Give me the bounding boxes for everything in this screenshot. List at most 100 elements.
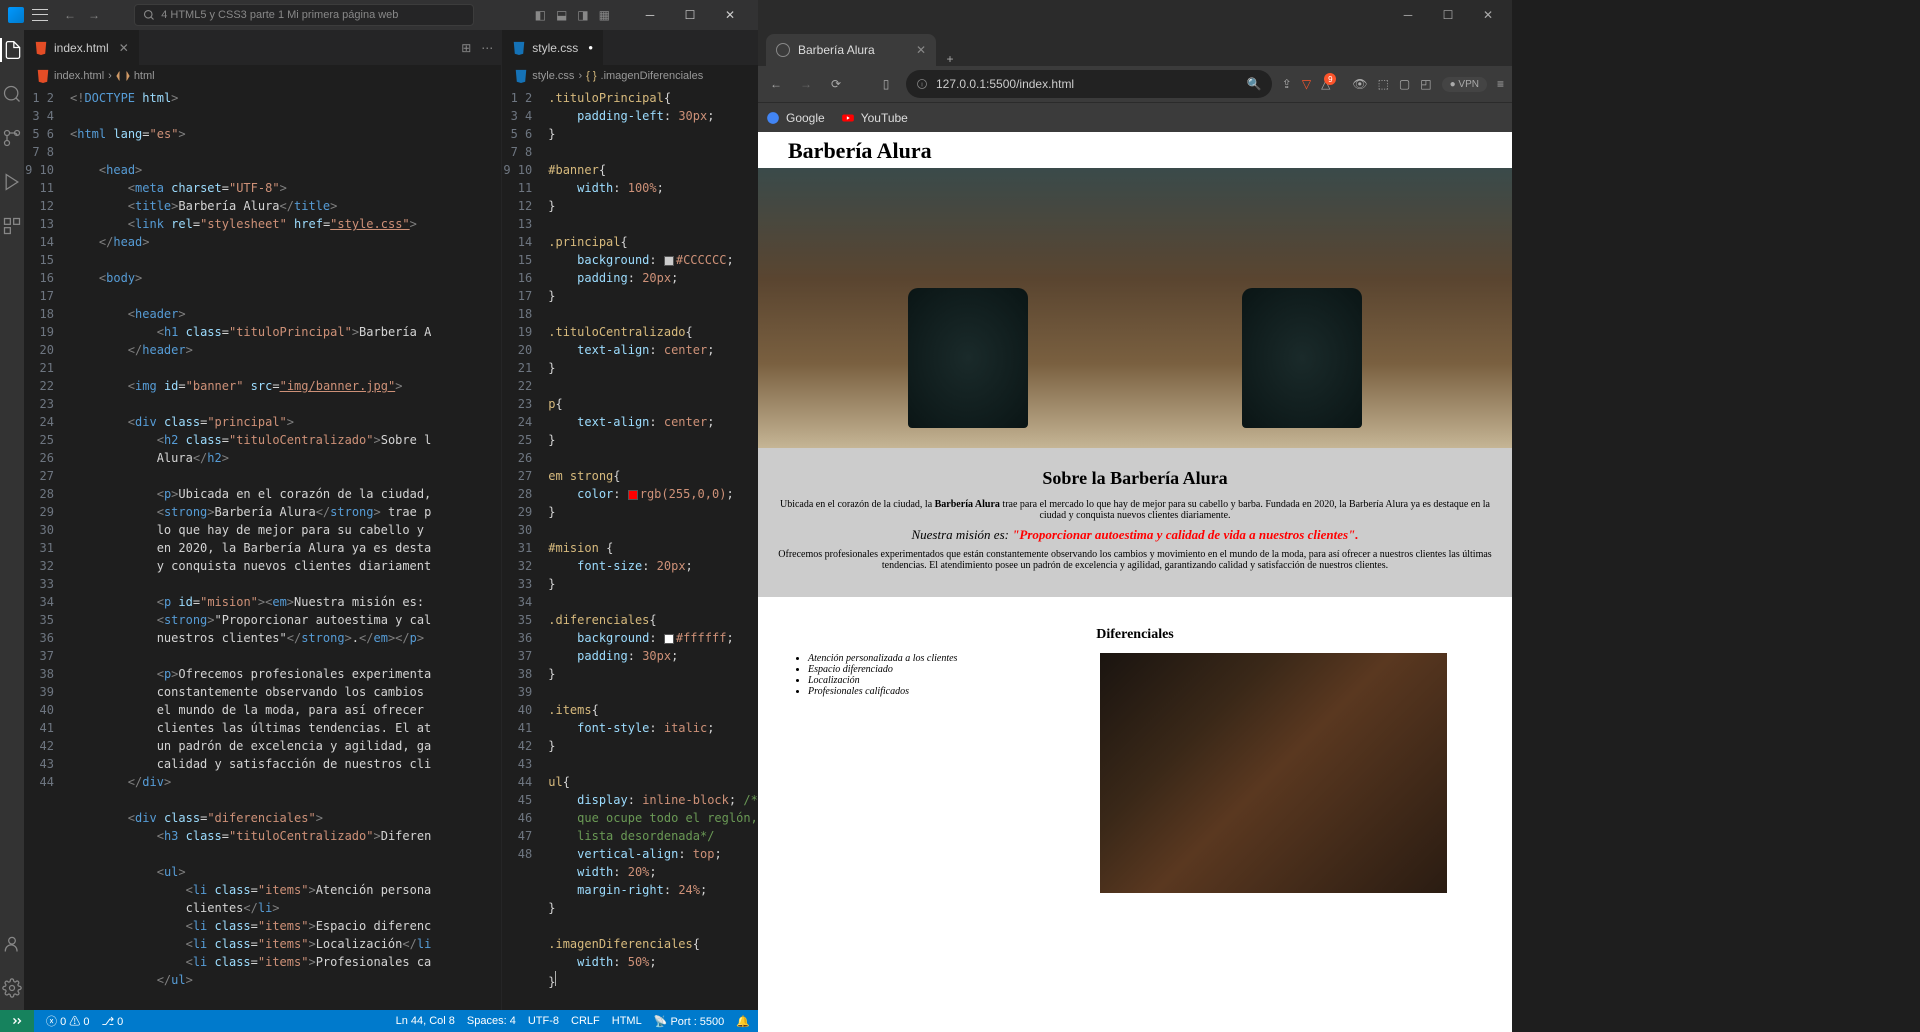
main-section: Sobre la Barbería Alura Ubicada en el co… bbox=[758, 448, 1512, 597]
browser-window: ─ ☐ ✕ Barbería Alura ✕ + ← → ⟳ ▯ i 127.0… bbox=[758, 0, 1512, 1032]
ext-icon[interactable]: ◰ bbox=[1420, 77, 1431, 91]
browser-reload-icon[interactable]: ⟳ bbox=[826, 77, 846, 91]
status-spaces[interactable]: Spaces: 4 bbox=[467, 1015, 516, 1028]
nav-arrows: ← → bbox=[64, 8, 100, 22]
paragraph-3: Ofrecemos profesionales experimentados q… bbox=[778, 549, 1492, 571]
browser-tabs: Barbería Alura ✕ + bbox=[758, 30, 1512, 66]
window-close-icon[interactable]: ✕ bbox=[710, 0, 750, 30]
list-item: Atención personalizada a los clientes bbox=[808, 653, 1031, 664]
compare-icon[interactable]: ⊞ bbox=[461, 41, 471, 55]
more-icon[interactable]: ⋯ bbox=[481, 41, 493, 55]
nav-forward-icon[interactable]: → bbox=[88, 8, 100, 22]
status-encoding[interactable]: UTF-8 bbox=[528, 1015, 559, 1028]
youtube-icon bbox=[841, 111, 855, 125]
extensions-icon[interactable] bbox=[0, 214, 24, 238]
browser-extensions: ⇪ ▽ △9 👁 ⬚ ▢ ◰ ● VPN ≡ bbox=[1282, 77, 1504, 92]
vpn-button[interactable]: ● VPN bbox=[1442, 77, 1487, 92]
browser-back-icon[interactable]: ← bbox=[766, 77, 786, 91]
status-ln-col[interactable]: Ln 44, Col 8 bbox=[396, 1015, 455, 1028]
new-tab-button[interactable]: + bbox=[936, 52, 964, 66]
google-icon bbox=[766, 111, 780, 125]
tab-close-icon[interactable]: ✕ bbox=[119, 41, 129, 55]
tab-modified-icon: ● bbox=[588, 43, 593, 52]
code-content-left: <!DOCTYPE html> <html lang="es"> <head> … bbox=[70, 87, 431, 1010]
status-errors[interactable]: ⓧ 0 ⚠ 0 bbox=[46, 1013, 89, 1029]
window-minimize-icon[interactable]: ─ bbox=[1388, 0, 1428, 30]
ext-icon[interactable]: ⬚ bbox=[1378, 77, 1389, 91]
window-close-icon[interactable]: ✕ bbox=[1468, 0, 1508, 30]
bookmarks-bar: Google YouTube bbox=[758, 102, 1512, 132]
section-heading: Sobre la Barbería Alura bbox=[778, 468, 1492, 489]
html-file-icon bbox=[34, 41, 48, 55]
browser-forward-icon[interactable]: → bbox=[796, 77, 816, 91]
page-title: Barbería Alura bbox=[758, 132, 1512, 168]
account-icon[interactable] bbox=[0, 932, 24, 956]
settings-gear-icon[interactable] bbox=[0, 976, 24, 1000]
run-debug-icon[interactable] bbox=[0, 170, 24, 194]
window-maximize-icon[interactable]: ☐ bbox=[1428, 0, 1468, 30]
code-editor-right[interactable]: 1 2 3 4 5 6 7 8 9 10 11 12 13 14 15 16 1… bbox=[502, 87, 758, 1010]
code-editor-left[interactable]: 1 2 3 4 5 6 7 8 9 10 11 12 13 14 15 16 1… bbox=[24, 87, 501, 1010]
browser-menu-icon[interactable]: ≡ bbox=[1497, 77, 1504, 91]
browser-viewport[interactable]: Barbería Alura Sobre la Barbería Alura U… bbox=[758, 132, 1512, 1032]
vscode-window: ← → 4 HTML5 y CSS3 parte 1 Mi primera pá… bbox=[0, 0, 758, 1032]
search-icon bbox=[143, 9, 155, 21]
svg-text:i: i bbox=[921, 81, 923, 88]
layout-panel-right-icon[interactable]: ◨ bbox=[577, 8, 588, 22]
source-control-icon[interactable] bbox=[0, 126, 24, 150]
remote-icon[interactable] bbox=[0, 1010, 34, 1032]
line-numbers: 1 2 3 4 5 6 7 8 9 10 11 12 13 14 15 16 1… bbox=[24, 87, 70, 1010]
brave-shields-icon[interactable]: ▽ bbox=[1302, 77, 1311, 91]
chevron-right-icon: › bbox=[108, 70, 112, 82]
diferenciales-list: Atención personalizada a los clientes Es… bbox=[788, 653, 1031, 893]
tab-style-css[interactable]: style.css ● bbox=[502, 30, 604, 65]
ext-icon[interactable]: ▢ bbox=[1399, 77, 1410, 91]
list-item: Localización bbox=[808, 675, 1031, 686]
window-minimize-icon[interactable]: ─ bbox=[630, 0, 670, 30]
code-content-right: .tituloPrincipal{ padding-left: 30px; } … bbox=[548, 87, 758, 1010]
breadcrumb-file: index.html bbox=[54, 70, 104, 82]
status-bell-icon[interactable]: 🔔 bbox=[736, 1015, 750, 1028]
url-bar[interactable]: i 127.0.0.1:5500/index.html 🔍 bbox=[906, 70, 1272, 98]
browser-tab[interactable]: Barbería Alura ✕ bbox=[766, 34, 936, 66]
browser-titlebar: ─ ☐ ✕ bbox=[758, 0, 1512, 30]
tab-index-html[interactable]: index.html ✕ bbox=[24, 30, 140, 65]
command-center[interactable]: 4 HTML5 y CSS3 parte 1 Mi primera página… bbox=[134, 4, 474, 26]
nav-back-icon[interactable]: ← bbox=[64, 8, 76, 22]
breadcrumb-left[interactable]: index.html › html bbox=[24, 65, 501, 87]
tag-icon bbox=[116, 69, 130, 83]
list-item: Espacio diferenciado bbox=[808, 664, 1031, 675]
paragraph-1: Ubicada en el corazón de la ciudad, la B… bbox=[778, 499, 1492, 521]
layout-customize-icon[interactable]: ▦ bbox=[599, 8, 610, 22]
status-port[interactable]: 📡 Port : 5500 bbox=[654, 1015, 725, 1028]
tab-close-icon[interactable]: ✕ bbox=[916, 43, 926, 57]
search-icon[interactable]: 🔍 bbox=[1247, 77, 1262, 91]
window-maximize-icon[interactable]: ☐ bbox=[670, 0, 710, 30]
status-git[interactable]: ⎇ 0 bbox=[101, 1015, 123, 1028]
menu-icon[interactable] bbox=[32, 7, 48, 23]
breadcrumb-file: style.css bbox=[532, 70, 574, 82]
editor-right: style.css ● style.css › { } .imagenDifer… bbox=[502, 30, 758, 1010]
browser-bookmark-icon[interactable]: ▯ bbox=[876, 77, 896, 91]
bookmark-youtube[interactable]: YouTube bbox=[841, 111, 908, 125]
css-file-icon bbox=[512, 41, 526, 55]
status-eol[interactable]: CRLF bbox=[571, 1015, 600, 1028]
breadcrumb-right[interactable]: style.css › { } .imagenDiferenciales bbox=[502, 65, 758, 87]
tab-label: style.css bbox=[532, 41, 578, 55]
vscode-logo-icon bbox=[8, 7, 24, 23]
browser-tab-title: Barbería Alura bbox=[798, 43, 875, 57]
activity-bar bbox=[0, 30, 24, 1010]
explorer-icon[interactable] bbox=[0, 38, 24, 62]
ext-icon[interactable]: 👁 bbox=[1352, 77, 1367, 91]
share-icon[interactable]: ⇪ bbox=[1282, 77, 1292, 91]
minimap-left[interactable] bbox=[431, 87, 501, 1010]
search-activity-icon[interactable] bbox=[0, 82, 24, 106]
layout-panel-bottom-icon[interactable]: ⬓ bbox=[556, 8, 567, 22]
brave-rewards-icon[interactable]: △9 bbox=[1321, 77, 1330, 91]
editor-left: index.html ✕ ⊞ ⋯ index.html › html bbox=[24, 30, 502, 1010]
layout-panel-left-icon[interactable]: ◧ bbox=[535, 8, 546, 22]
status-bar: ⓧ 0 ⚠ 0 ⎇ 0 Ln 44, Col 8 Spaces: 4 UTF-8… bbox=[0, 1010, 758, 1032]
paragraph-mision: Nuestra misión es: "Proporcionar autoest… bbox=[778, 527, 1492, 543]
status-lang[interactable]: HTML bbox=[612, 1015, 642, 1028]
bookmark-google[interactable]: Google bbox=[766, 111, 825, 125]
